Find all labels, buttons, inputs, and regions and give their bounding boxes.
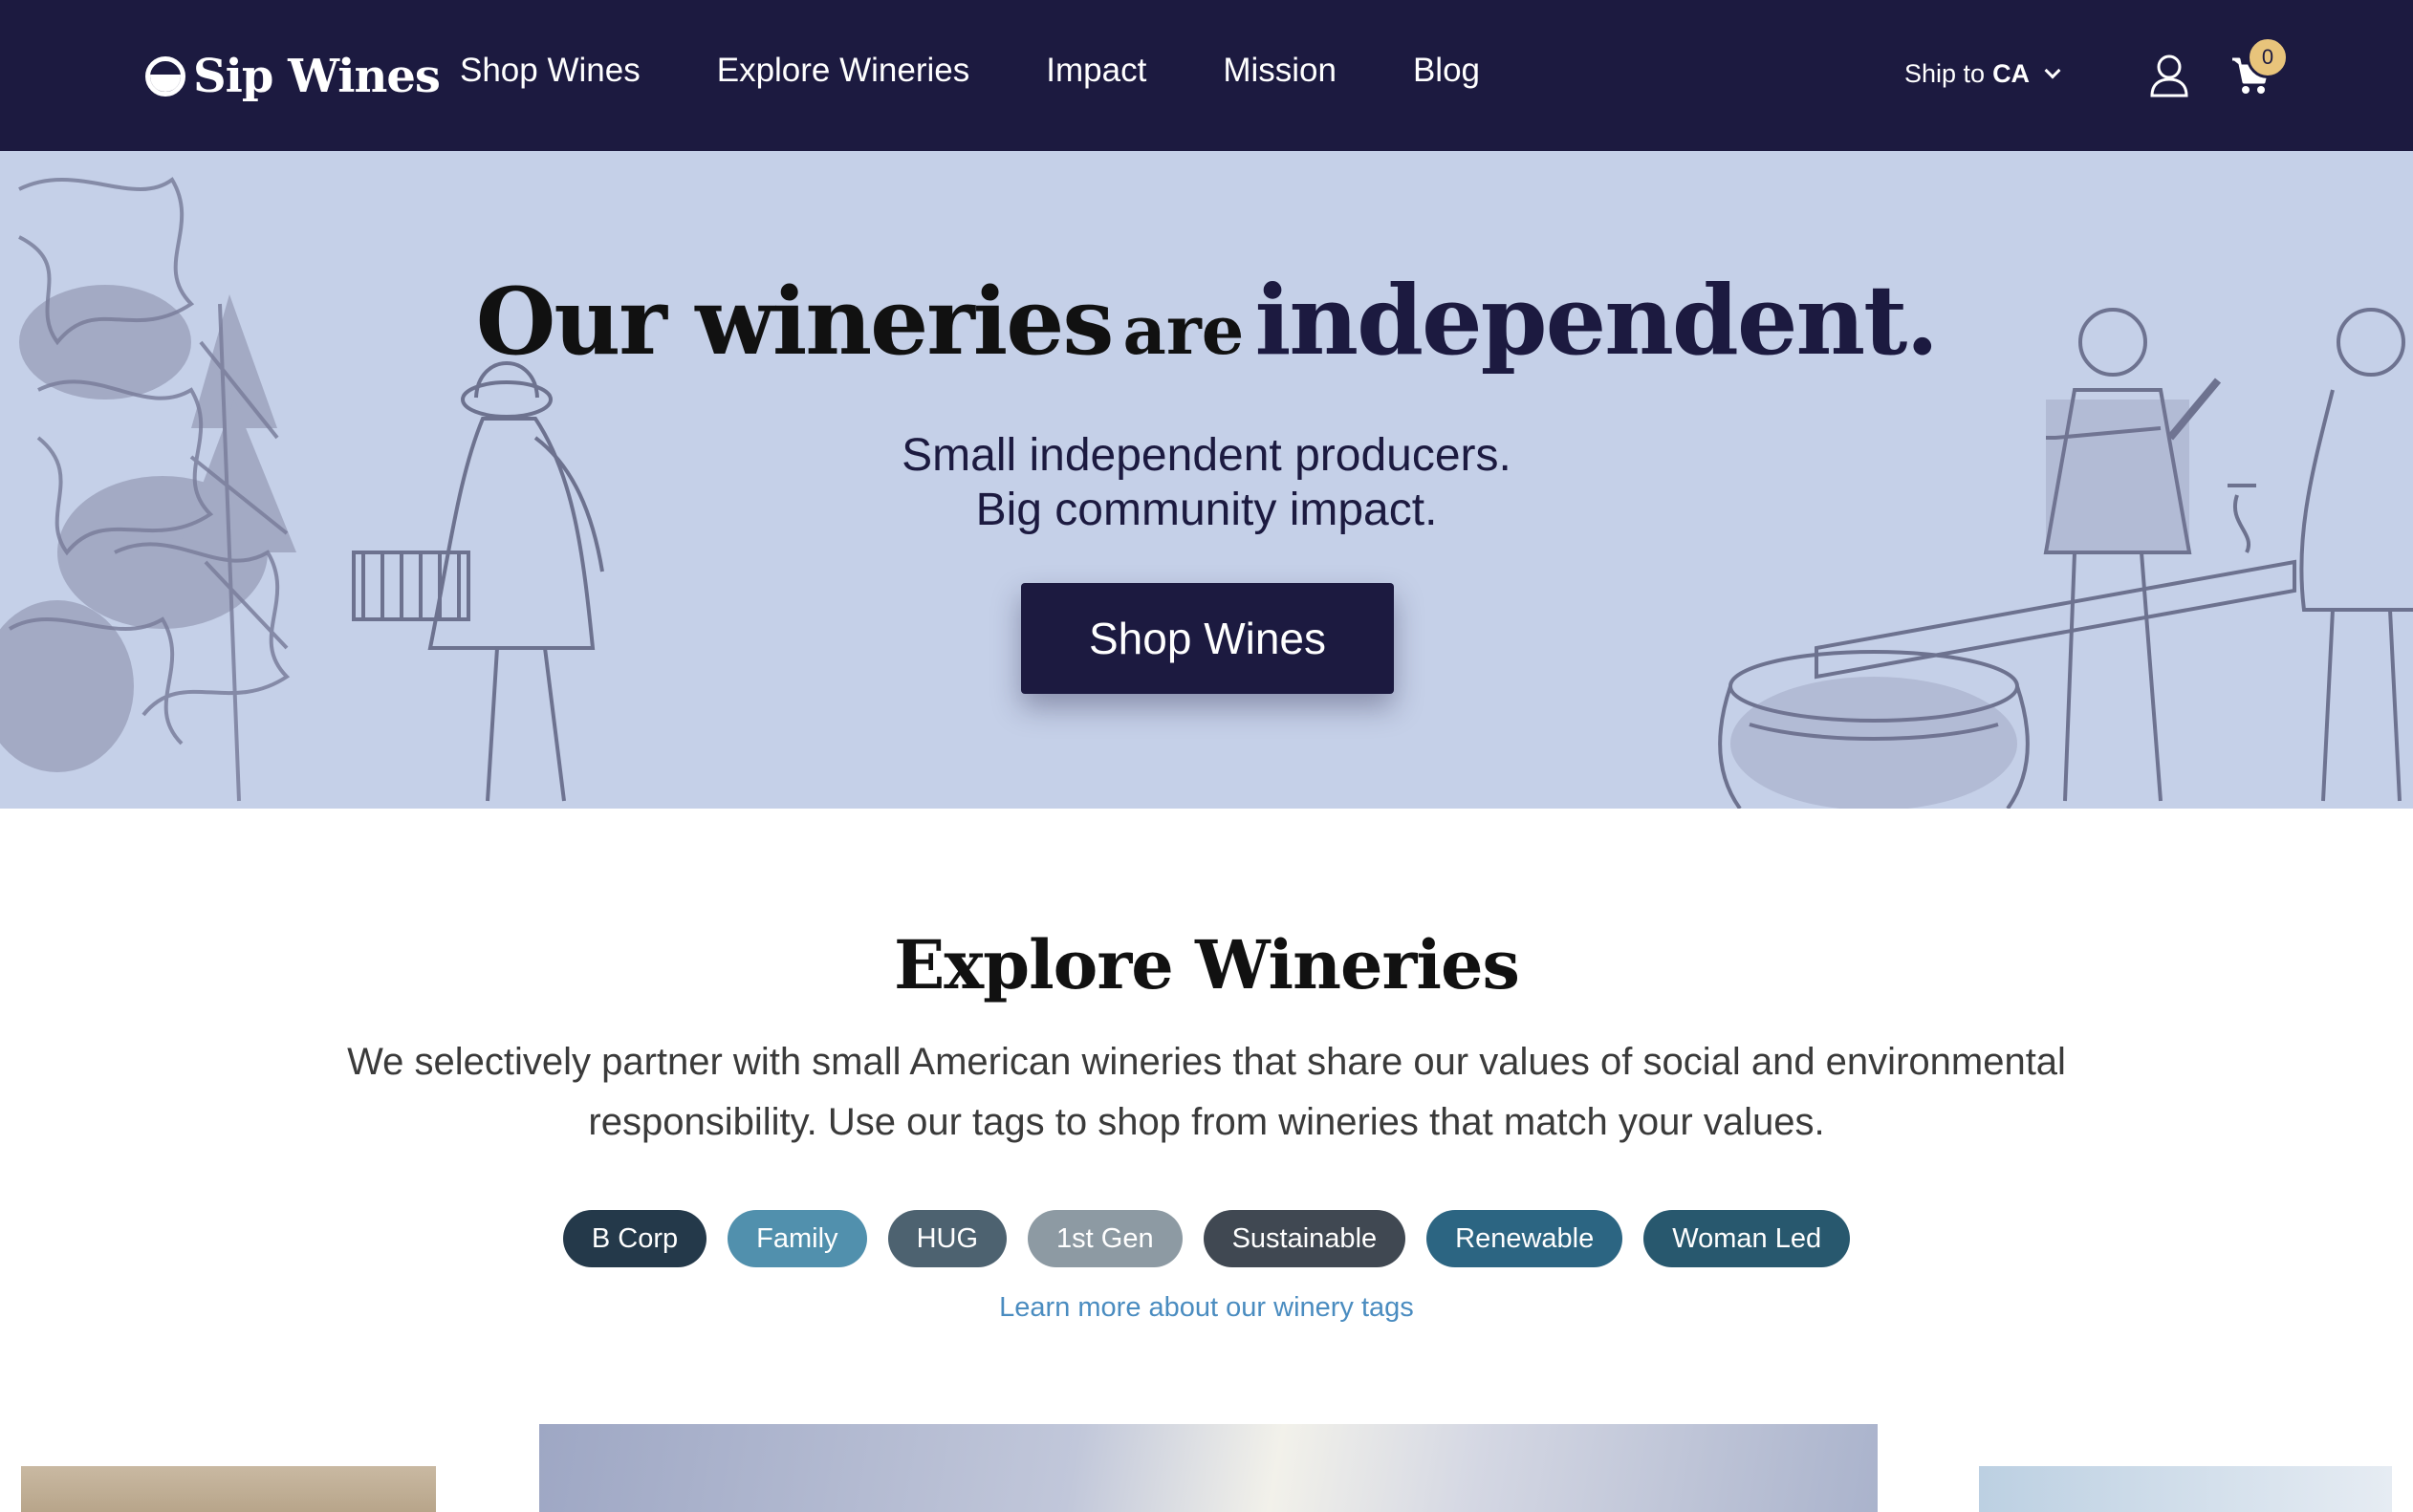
hero-subtitle-line1: Small independent producers. — [902, 430, 1511, 481]
winery-photo-current[interactable] — [539, 1424, 1878, 1512]
cart-count-badge: 0 — [2247, 36, 2289, 78]
nav-link-impact[interactable]: Impact — [1046, 52, 1146, 90]
hero-title: Our wineries are independent. — [0, 264, 2413, 377]
ship-to-selector[interactable]: Ship to CA — [1904, 59, 2061, 89]
ship-to-region: CA — [1992, 59, 2031, 88]
tag-hug[interactable]: HUG — [887, 1210, 1008, 1267]
hero-banner: Our wineries are independent. Small inde… — [0, 151, 2413, 809]
winery-tag-list: B Corp Family HUG 1st Gen Sustainable Re… — [0, 1210, 2413, 1267]
nav-link-explore-wineries[interactable]: Explore Wineries — [717, 52, 970, 90]
chevron-down-icon — [2044, 62, 2061, 78]
main-menu: Shop Wines Explore Wineries Impact Missi… — [460, 52, 1480, 90]
site-logo[interactable]: Sip Wines — [145, 48, 441, 105]
top-navigation: Sip Wines Shop Wines Explore Wineries Im… — [0, 0, 2413, 151]
explore-wineries-title: Explore Wineries — [894, 925, 1520, 1004]
hero-subtitle: Small independent producers. Big communi… — [0, 428, 2413, 537]
logo-text: Sip Wines — [193, 50, 441, 103]
hero-title-part1: Our wineries — [475, 268, 1115, 376]
hero-subtitle-line2: Big community impact. — [975, 485, 1438, 535]
hero-title-part2: are — [1122, 291, 1245, 370]
tag-woman-led[interactable]: Woman Led — [1643, 1210, 1851, 1267]
nav-link-mission[interactable]: Mission — [1223, 52, 1337, 90]
tag-renewable[interactable]: Renewable — [1426, 1210, 1623, 1267]
nav-link-shop-wines[interactable]: Shop Wines — [460, 52, 641, 90]
winery-photo-next[interactable] — [1979, 1466, 2392, 1512]
tag-b-corp[interactable]: B Corp — [562, 1210, 707, 1267]
tag-sustainable[interactable]: Sustainable — [1203, 1210, 1406, 1267]
learn-more-tags-link[interactable]: Learn more about our winery tags — [0, 1292, 2413, 1324]
explore-wineries-description: We selectively partner with small Americ… — [347, 1041, 2066, 1143]
ship-to-label: Ship to — [1904, 59, 1986, 88]
nav-link-blog[interactable]: Blog — [1413, 52, 1480, 90]
tag-1st-gen[interactable]: 1st Gen — [1028, 1210, 1183, 1267]
shop-wines-button[interactable]: Shop Wines — [1021, 583, 1394, 694]
wine-glass-logo-icon — [145, 56, 185, 97]
user-icon[interactable] — [2149, 54, 2189, 97]
hero-title-part3: independent. — [1254, 264, 1939, 377]
tag-family[interactable]: Family — [728, 1210, 867, 1267]
winery-photo-previous[interactable] — [21, 1466, 436, 1512]
